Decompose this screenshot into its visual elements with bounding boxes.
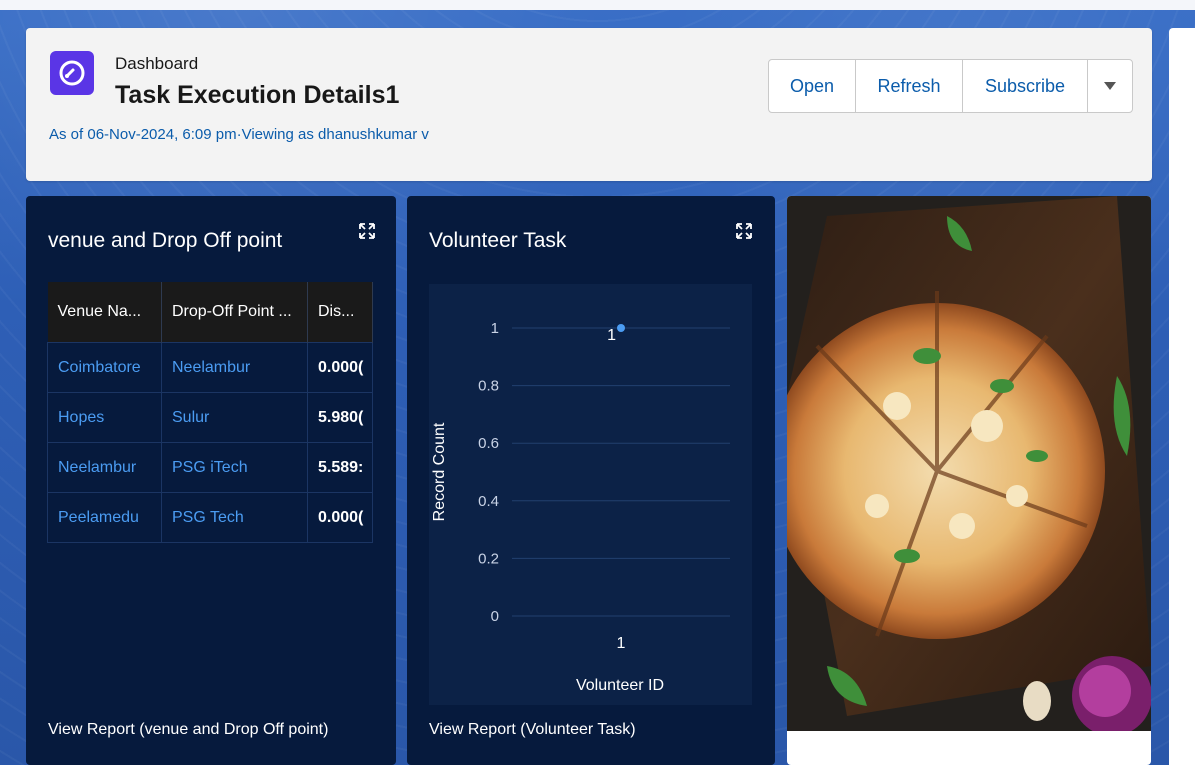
dashboard-gauge-icon <box>50 51 94 95</box>
pizza-image <box>787 196 1151 736</box>
volunteer-card-title: Volunteer Task <box>429 229 567 252</box>
more-actions-button[interactable] <box>1088 60 1132 112</box>
table-row: Coimbatore Neelambur 0.000( <box>47 342 373 393</box>
chart-y-axis-label: Record Count <box>431 422 448 521</box>
chart-y-tick-label: 1 <box>491 320 499 337</box>
pizza-image-card <box>787 196 1151 765</box>
venue-cell[interactable]: Peelamedu <box>47 492 162 543</box>
volunteer-chart: 1 0.8 0.6 0.4 0.2 0 1 1 Volunteer ID Record Count <box>431 320 730 694</box>
chart-y-tick-label: 0.8 <box>478 378 499 395</box>
chart-y-tick-label: 0 <box>491 608 499 625</box>
distance-cell: 0.000( <box>307 342 373 393</box>
column-header-drop-off[interactable]: Drop-Off Point ... <box>161 282 308 343</box>
refresh-button[interactable]: Refresh <box>856 60 963 112</box>
column-header-venue[interactable]: Venue Na... <box>47 282 162 343</box>
expand-icon[interactable] <box>358 222 376 240</box>
table-header-row: Venue Na... Drop-Off Point ... Dis... <box>47 282 373 343</box>
chart-data-label: 1 <box>607 327 616 344</box>
venue-cell[interactable]: Neelambur <box>47 442 162 493</box>
chart-y-tick-label: 0.2 <box>478 550 499 567</box>
top-strip <box>0 0 1195 10</box>
dashboard-subtitle: As of 06-Nov-2024, 6:09 pm·Viewing as dh… <box>49 126 429 143</box>
venue-cell[interactable]: Hopes <box>47 392 162 443</box>
drop-off-cell[interactable]: Neelambur <box>161 342 308 393</box>
dashboard-header: Dashboard Task Execution Details1 As of … <box>26 28 1152 181</box>
venue-view-report-link[interactable]: View Report (venue and Drop Off point) <box>48 721 328 739</box>
drop-off-cell[interactable]: PSG iTech <box>161 442 308 493</box>
header-type-label: Dashboard <box>115 54 199 73</box>
volunteer-view-report-link[interactable]: View Report (Volunteer Task) <box>429 721 636 739</box>
table-row: Neelambur PSG iTech 5.589: <box>47 442 373 493</box>
chart-y-tick-label: 0.6 <box>478 435 499 452</box>
table-row: Hopes Sulur 5.980( <box>47 392 373 443</box>
subscribe-button[interactable]: Subscribe <box>963 60 1088 112</box>
chart-y-tick-label: 0.4 <box>478 493 499 510</box>
drop-off-cell[interactable]: Sulur <box>161 392 308 443</box>
venue-card: venue and Drop Off point Venue Na... Dro… <box>26 196 396 765</box>
volunteer-chart-area: 1 0.8 0.6 0.4 0.2 0 1 1 Volunteer ID Record Count <box>429 284 752 705</box>
distance-cell: 5.589: <box>307 442 373 493</box>
open-button[interactable]: Open <box>769 60 856 112</box>
distance-cell: 0.000( <box>307 492 373 543</box>
chart-point <box>617 324 625 332</box>
drop-off-cell[interactable]: PSG Tech <box>161 492 308 543</box>
chevron-down-icon <box>1104 82 1116 90</box>
column-header-distance[interactable]: Dis... <box>307 282 373 343</box>
volunteer-card: Volunteer Task 1 0.8 0.6 0.4 0.2 0 1 1 Volunteer… <box>407 196 775 765</box>
distance-cell: 5.980( <box>307 392 373 443</box>
chart-x-axis-label: Volunteer ID <box>576 677 664 694</box>
venue-card-title: venue and Drop Off point <box>48 229 283 252</box>
dashboard-title: Task Execution Details1 <box>115 81 400 109</box>
table-row: Peelamedu PSG Tech 0.000( <box>47 492 373 543</box>
venue-table: Venue Na... Drop-Off Point ... Dis... Co… <box>47 282 373 543</box>
expand-icon[interactable] <box>735 222 753 240</box>
header-button-group: Open Refresh Subscribe <box>768 59 1133 113</box>
chart-x-tick-label: 1 <box>617 635 626 652</box>
venue-cell[interactable]: Coimbatore <box>47 342 162 393</box>
right-side-panel <box>1169 28 1195 765</box>
